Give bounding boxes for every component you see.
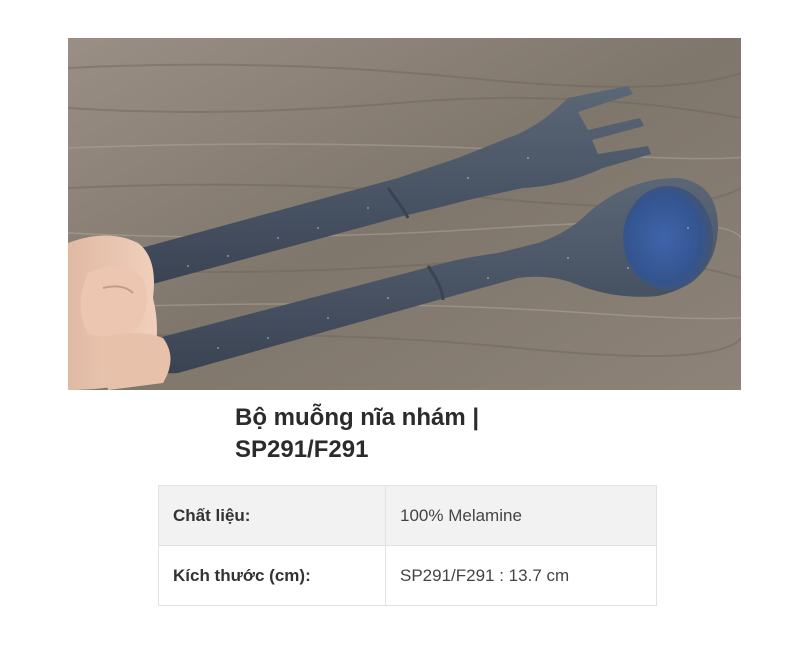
spec-row-size: Kích thước (cm): SP291/F291 : 13.7 cm: [158, 545, 657, 606]
product-title-line1: Bộ muỗng nĩa nhám |: [235, 404, 480, 431]
product-photo: [68, 38, 741, 390]
spec-value-size: SP291/F291 : 13.7 cm: [385, 545, 657, 606]
product-title: Bộ muỗng nĩa nhám | SP291/F291: [235, 402, 575, 466]
product-title-line2: SP291/F291: [235, 436, 369, 463]
spec-row-material: Chất liệu: 100% Melamine: [158, 485, 657, 546]
spec-value-material: 100% Melamine: [385, 485, 657, 546]
spec-label-material: Chất liệu:: [158, 485, 386, 546]
spec-label-size: Kích thước (cm):: [158, 545, 386, 606]
fork-spoon-image: [68, 38, 741, 390]
spec-table: Chất liệu: 100% Melamine Kích thước (cm)…: [158, 485, 657, 606]
